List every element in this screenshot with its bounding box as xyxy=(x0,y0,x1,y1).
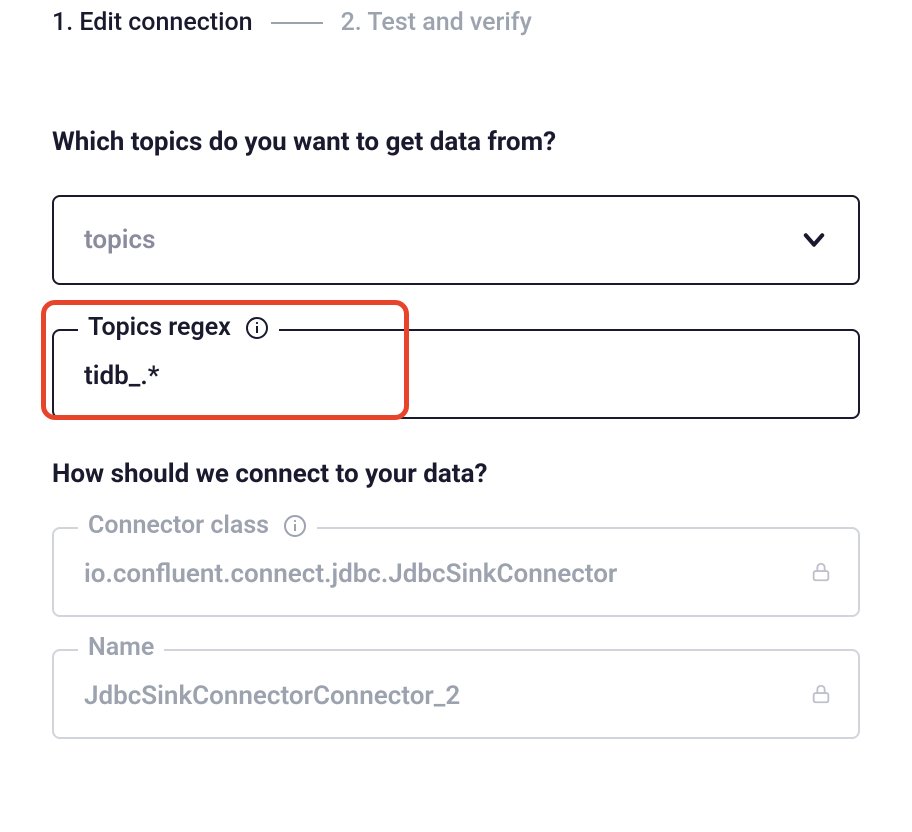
topics-regex-label-text: Topics regex xyxy=(88,313,231,342)
connector-class-input xyxy=(52,527,860,617)
topics-dropdown-placeholder: topics xyxy=(84,225,155,255)
stepper: 1. Edit connection 2. Test and verify xyxy=(52,8,860,37)
step-divider xyxy=(271,22,323,24)
connector-class-label-text: Connector class xyxy=(88,511,269,540)
step-edit-connection[interactable]: 1. Edit connection xyxy=(52,8,253,37)
topics-regex-field: Topics regex xyxy=(52,329,860,419)
chevron-down-icon xyxy=(800,226,828,254)
name-field: Name xyxy=(52,649,860,739)
step-test-verify[interactable]: 2. Test and verify xyxy=(341,8,532,37)
connect-section-heading: How should we connect to your data? xyxy=(52,459,860,489)
info-icon[interactable] xyxy=(283,514,307,538)
name-input xyxy=(52,649,860,739)
info-icon[interactable] xyxy=(245,316,269,340)
name-label-text: Name xyxy=(88,633,154,662)
topics-regex-input[interactable] xyxy=(52,329,860,419)
lock-icon xyxy=(810,561,832,583)
topics-section-heading: Which topics do you want to get data fro… xyxy=(52,127,860,157)
name-label: Name xyxy=(78,633,164,662)
topics-dropdown[interactable]: topics xyxy=(52,195,860,285)
topics-regex-label: Topics regex xyxy=(78,313,279,342)
connector-class-label: Connector class xyxy=(78,511,317,540)
connector-class-field: Connector class xyxy=(52,527,860,617)
lock-icon xyxy=(810,683,832,705)
